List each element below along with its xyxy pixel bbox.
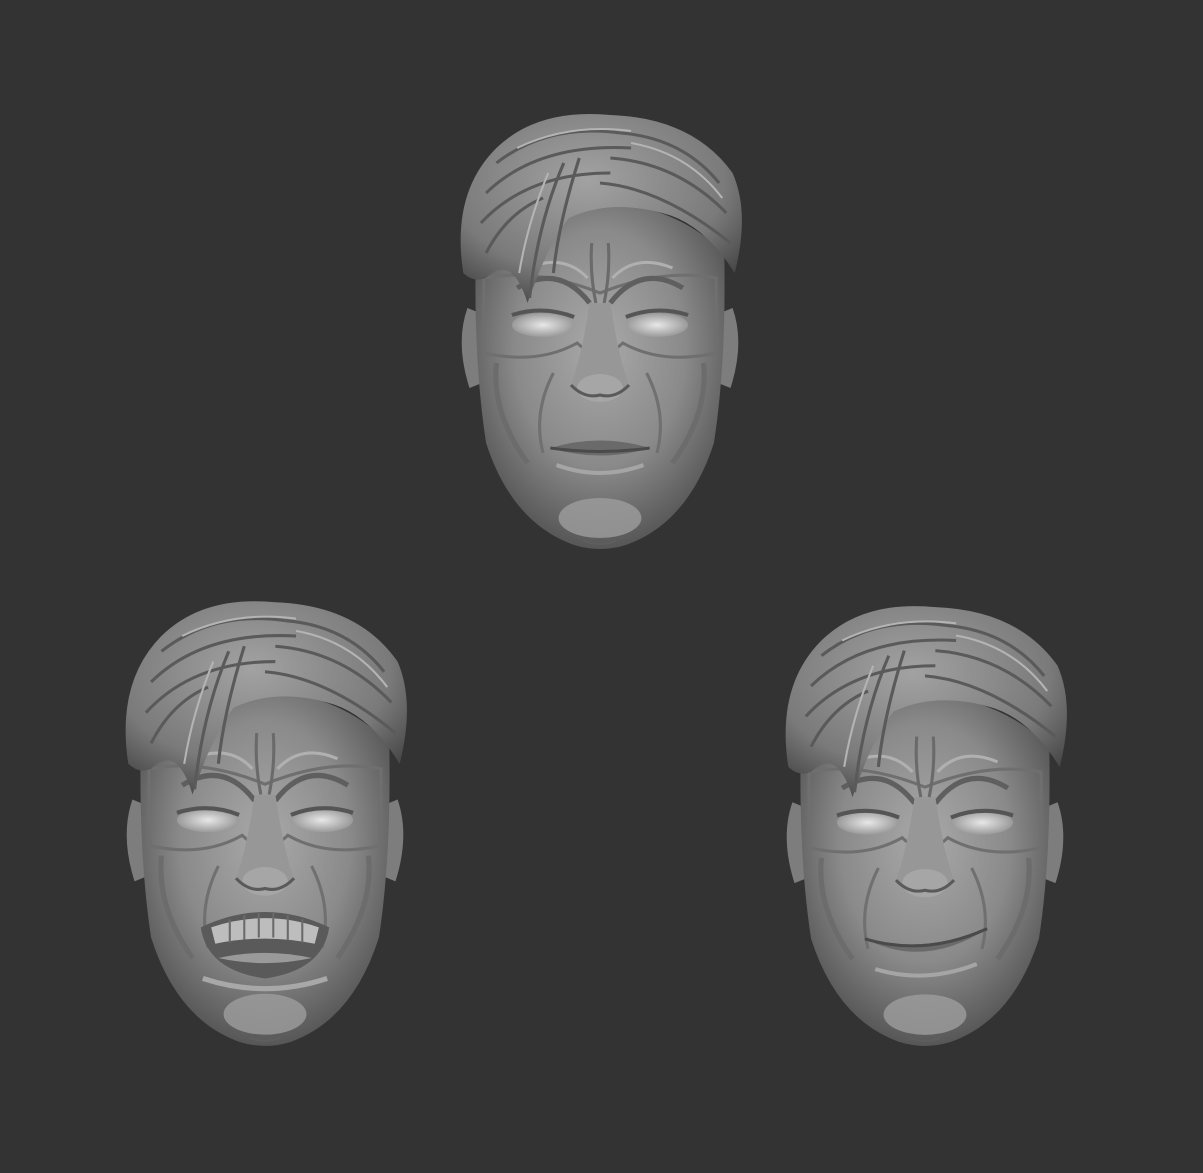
sculpted-head-neutral-icon [455,103,745,553]
render-viewport [0,0,1203,1173]
sculpted-head-smirk-icon [780,595,1070,1050]
sculpted-head-snarl-icon [120,590,410,1050]
